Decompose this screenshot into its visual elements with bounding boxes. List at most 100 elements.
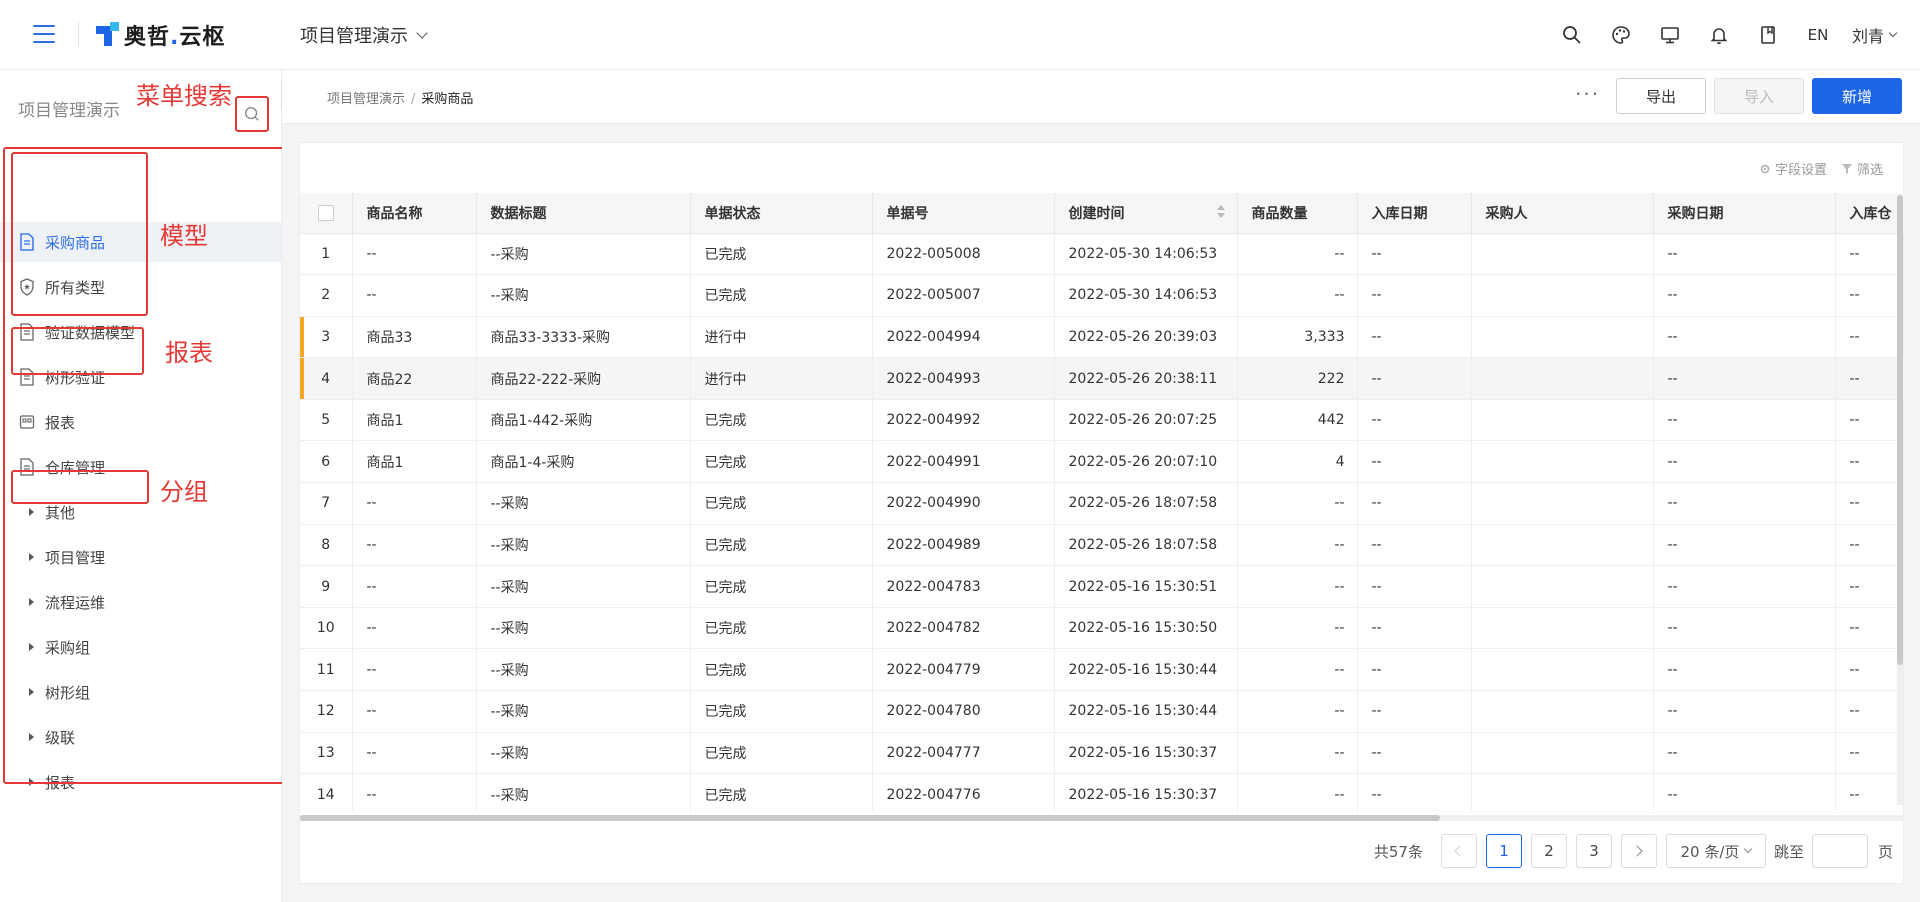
column-header[interactable]: 入库仓 [1835,193,1904,234]
column-header[interactable]: 商品名称 [352,193,477,234]
cell-title: 商品1-442-采购 [476,399,691,442]
cell-buyer [1471,482,1654,525]
cell-status: 已完成 [690,440,873,484]
column-header-sortable[interactable]: 创建时间 [1054,193,1238,234]
cell-in-date: -- [1357,440,1472,484]
cell-title: --采购 [476,274,691,317]
cell-qty: -- [1237,565,1358,608]
cell-status: 已完成 [690,773,873,811]
table-row[interactable]: 11 -- --采购 已完成 2022-004779 2022-05-16 15:30:4… [300,648,1904,692]
row-index: 2 [300,274,353,317]
cell-buy-date: -- [1653,648,1836,692]
import-button[interactable]: 导入 [1714,78,1804,114]
table-row[interactable]: 12 -- --采购 已完成 2022-004780 2022-05-16 15:30:4… [300,690,1904,733]
table-row[interactable]: 6 商品1 商品1-4-采购 已完成 2022-004991 2022-05-26 20:… [300,440,1904,484]
table-row[interactable]: 1 -- --采购 已完成 2022-005008 2022-05-30 14:06:53… [300,233,1904,276]
cell-buy-date: -- [1653,316,1836,359]
brand-logo[interactable]: 奥哲.云枢 [96,18,225,52]
cell-buy-date: -- [1653,357,1836,400]
book-icon[interactable] [1743,20,1792,50]
page-unit-label: 页 [1877,842,1893,861]
user-menu[interactable]: 刘青 [1844,20,1904,50]
table-row[interactable]: 13 -- --采购 已完成 2022-004777 2022-05-16 15:30:3… [300,732,1904,775]
sort-icon[interactable] [1216,205,1225,221]
table-row[interactable]: 4 商品22 商品22-222-采购 进行中 2022-004993 2022-05-26… [300,357,1904,400]
jump-page-input[interactable] [1811,834,1868,868]
cell-status: 进行中 [690,316,873,359]
cell-qty: 442 [1237,399,1358,442]
page-button[interactable]: 2 [1530,834,1567,868]
row-index: 5 [300,399,353,442]
project-switcher[interactable]: 项目管理演示 [300,22,428,48]
cell-buyer [1471,524,1654,567]
cell-buyer [1471,316,1654,359]
row-index: 3 [300,316,353,359]
table-row[interactable]: 2 -- --采购 已完成 2022-005007 2022-05-30 14:06:53… [300,274,1904,317]
cell-title: --采购 [476,482,691,525]
cell-buyer [1471,648,1654,692]
cell-no: 2022-004992 [872,399,1055,442]
cell-name: -- [352,690,477,733]
palette-icon[interactable] [1596,20,1645,50]
column-header[interactable]: 数据标题 [476,193,691,234]
cell-buy-date: -- [1653,732,1836,775]
cell-name: -- [352,607,477,650]
cell-in-date: -- [1357,607,1472,650]
cell-title: --采购 [476,524,691,567]
export-button[interactable]: 导出 [1616,78,1706,114]
cell-no: 2022-004990 [872,482,1055,525]
cell-name: -- [352,648,477,692]
table-row[interactable]: 9 -- --采购 已完成 2022-004783 2022-05-16 15:30:51… [300,565,1904,608]
cell-buyer [1471,233,1654,276]
cell-status: 已完成 [690,399,873,442]
page-button[interactable]: 3 [1575,834,1612,868]
field-settings-button[interactable]: 字段设置 [1759,159,1827,178]
new-button[interactable]: 新增 [1812,78,1902,114]
select-all-checkbox[interactable] [317,204,334,221]
search-icon [245,107,259,121]
annotation-menu-search: 菜单搜索 [136,82,232,110]
table-row[interactable]: 8 -- --采购 已完成 2022-004989 2022-05-26 18:07:58… [300,524,1904,567]
cell-wh: -- [1835,357,1904,400]
menu-search-button[interactable] [235,96,269,132]
cell-in-date: -- [1357,274,1472,317]
cell-wh: -- [1835,565,1904,608]
column-header[interactable]: 单据状态 [690,193,873,234]
table-row[interactable]: 7 -- --采购 已完成 2022-004990 2022-05-26 18:07:58… [300,482,1904,525]
cell-status: 已完成 [690,690,873,733]
menu-toggle-icon[interactable] [33,25,55,43]
cell-qty: -- [1237,233,1358,276]
column-header[interactable]: 入库日期 [1357,193,1472,234]
breadcrumb-parent[interactable]: 项目管理演示 [327,92,405,107]
cell-name: -- [352,233,477,276]
user-name: 刘青 [1851,27,1884,46]
filter-button[interactable]: 筛选 [1841,159,1883,178]
language-switch[interactable]: EN [1792,20,1844,50]
next-page-button[interactable] [1620,834,1657,868]
page-button[interactable]: 1 [1485,834,1522,868]
scroll-thumb[interactable] [300,815,1440,821]
column-header[interactable]: 商品数量 [1237,193,1358,234]
vertical-scrollbar[interactable] [1897,195,1903,805]
table-row[interactable]: 5 商品1 商品1-442-采购 已完成 2022-004992 2022-05-26 2… [300,399,1904,442]
more-actions-button[interactable]: ··· [1575,82,1600,106]
bell-icon[interactable] [1694,20,1743,50]
cell-buy-date: -- [1653,607,1836,650]
row-index: 14 [300,773,353,811]
column-header[interactable]: 单据号 [872,193,1055,234]
page-size-select[interactable]: 20 条/页 [1665,834,1766,868]
cell-in-date: -- [1357,399,1472,442]
cell-time: 2022-05-16 15:30:44 [1054,648,1238,692]
table-row[interactable]: 3 商品33 商品33-3333-采购 进行中 2022-004994 2022-05-2… [300,316,1904,359]
search-icon[interactable] [1547,20,1596,50]
monitor-icon[interactable] [1645,20,1694,50]
table-row[interactable]: 14 -- --采购 已完成 2022-004776 2022-05-16 15:30:3… [300,773,1904,811]
column-header[interactable]: 采购日期 [1653,193,1836,234]
cell-no: 2022-004994 [872,316,1055,359]
scroll-thumb[interactable] [1897,195,1903,665]
prev-page-button[interactable] [1440,834,1477,868]
table-row[interactable]: 10 -- --采购 已完成 2022-004782 2022-05-16 15:30:5… [300,607,1904,650]
column-header[interactable]: 采购人 [1471,193,1654,234]
horizontal-scrollbar[interactable] [300,815,1904,821]
cell-status: 已完成 [690,607,873,650]
